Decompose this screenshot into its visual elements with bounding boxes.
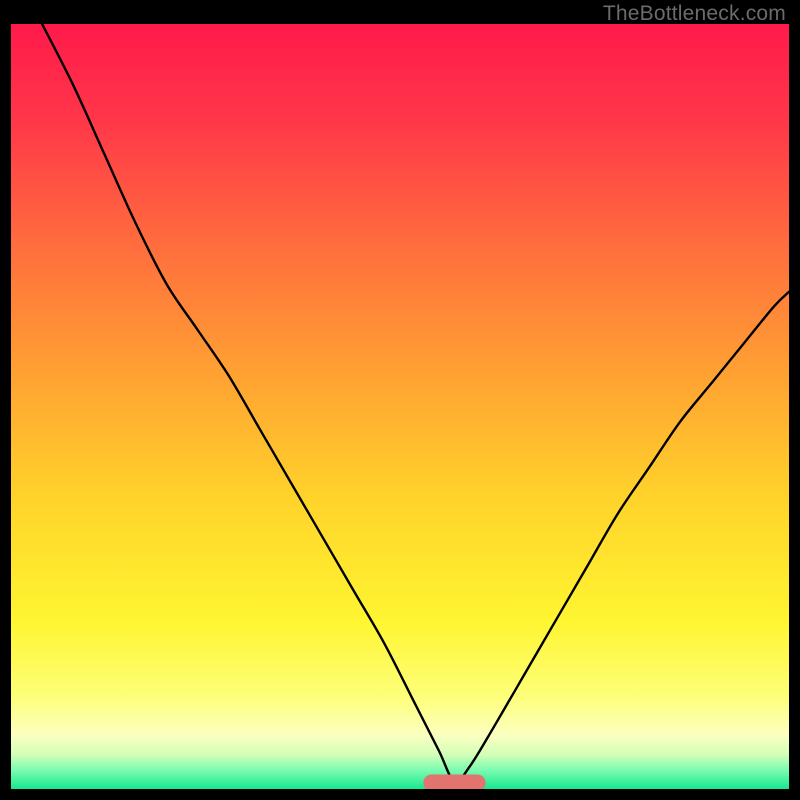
chart-frame	[11, 24, 789, 789]
bottleneck-chart	[11, 24, 789, 789]
optimal-marker	[423, 774, 485, 789]
watermark-text: TheBottleneck.com	[603, 2, 786, 26]
